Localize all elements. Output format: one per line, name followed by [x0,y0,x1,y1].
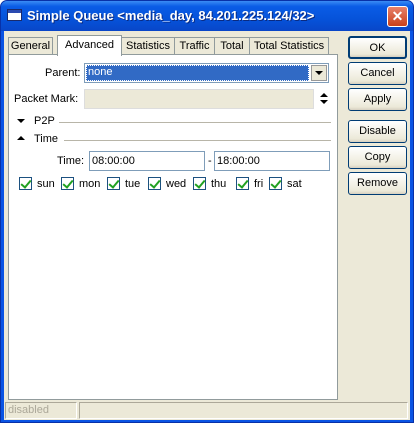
p2p-expand-arrow-icon[interactable] [16,117,26,125]
cancel-button[interactable]: Cancel [348,62,407,85]
copy-button[interactable]: Copy [348,146,407,169]
fri-checkbox[interactable] [236,177,249,190]
dialog-client-area: General Advanced Statistics Traffic Tota… [4,31,410,420]
parent-label: Parent: [45,67,81,79]
time-end-input[interactable]: 18:00:00 [214,151,330,171]
wed-checkbox[interactable] [148,177,161,190]
thu-label: thu [211,178,227,190]
sun-checkbox[interactable] [19,177,32,190]
thu-checkbox[interactable] [193,177,206,190]
advanced-tab-panel: Parent: none Packet Mark: P2P Time Time:… [8,54,338,400]
sat-checkbox[interactable] [269,177,282,190]
p2p-section-label[interactable]: P2P [34,115,55,127]
window-title: Simple Queue <media_day, 84.201.225.124/… [27,8,315,23]
status-extra [79,402,408,419]
window-icon [7,9,22,21]
parent-dropdown[interactable]: none [84,63,329,83]
packet-mark-label: Packet Mark: [14,93,79,105]
time-separator: - [208,155,212,167]
time-section-label[interactable]: Time [34,133,58,145]
wed-label: wed [166,178,187,190]
title-bar[interactable]: Simple Queue <media_day, 84.201.225.124/… [1,1,413,31]
status-bar: disabled [4,401,410,420]
mon-checkbox[interactable] [61,177,74,190]
tab-total-statistics[interactable]: Total Statistics [249,37,329,55]
status-state: disabled [5,402,77,419]
up-down-arrows-icon[interactable] [318,91,330,107]
remove-button[interactable]: Remove [348,172,407,195]
chevron-down-icon[interactable] [311,65,327,81]
tab-statistics[interactable]: Statistics [121,37,175,55]
tab-general[interactable]: General [8,37,53,55]
time-divider [64,140,331,141]
fri-label: fri [254,178,264,190]
tue-label: tue [125,178,141,190]
packet-mark-field [84,89,314,109]
disable-button[interactable]: Disable [348,120,407,143]
close-button[interactable]: ✕ [387,6,408,27]
p2p-divider [59,122,331,123]
sun-label: sun [37,178,55,190]
sat-label: sat [287,178,302,190]
time-label: Time: [57,155,85,167]
tue-checkbox[interactable] [107,177,120,190]
tab-advanced[interactable]: Advanced [57,35,122,56]
time-start-input[interactable]: 08:00:00 [89,151,205,171]
mon-label: mon [79,178,101,190]
tab-total[interactable]: Total [214,37,250,55]
tab-traffic[interactable]: Traffic [174,37,215,55]
ok-button[interactable]: OK [348,36,407,59]
time-collapse-arrow-icon[interactable] [16,135,26,143]
simple-queue-window: Simple Queue <media_day, 84.201.225.124/… [0,0,414,423]
parent-selected-value: none [86,65,309,81]
apply-button[interactable]: Apply [348,88,407,111]
